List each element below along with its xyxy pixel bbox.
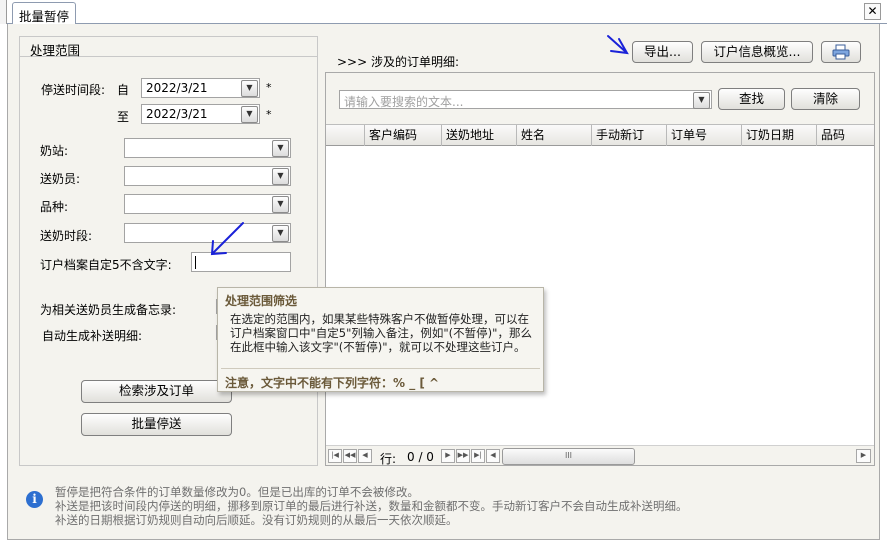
annotation-overlay bbox=[210, 35, 629, 256]
annotation-arrow bbox=[607, 35, 629, 55]
annotation-arrow bbox=[210, 222, 244, 256]
